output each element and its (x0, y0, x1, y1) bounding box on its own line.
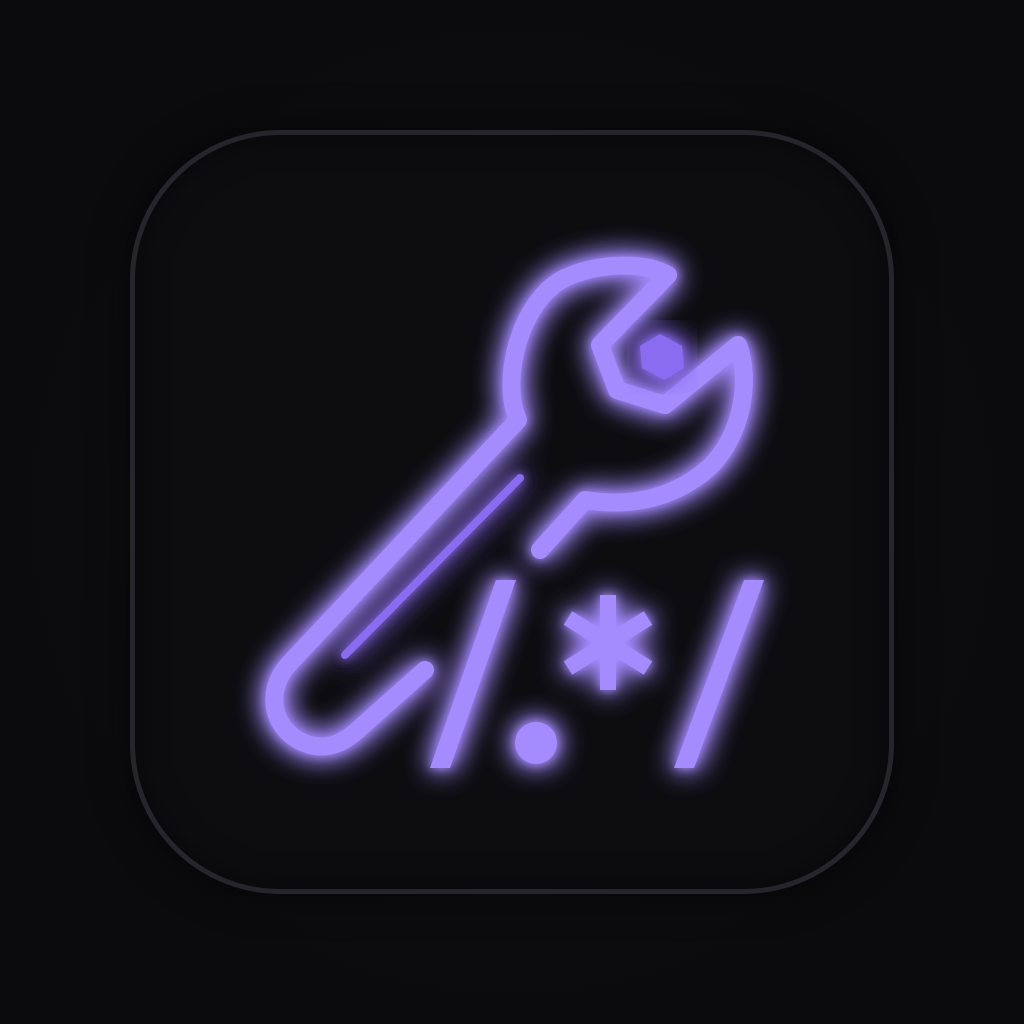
nut-icon (640, 334, 684, 380)
asterisk-icon (563, 595, 653, 690)
slash-right-icon (674, 580, 764, 768)
slash-left-icon (430, 580, 516, 768)
wrench-icon (265, 256, 753, 756)
dot-icon (515, 722, 557, 764)
icon-artwork (265, 256, 764, 768)
regex-icon (430, 580, 764, 768)
canvas (0, 0, 1024, 1024)
